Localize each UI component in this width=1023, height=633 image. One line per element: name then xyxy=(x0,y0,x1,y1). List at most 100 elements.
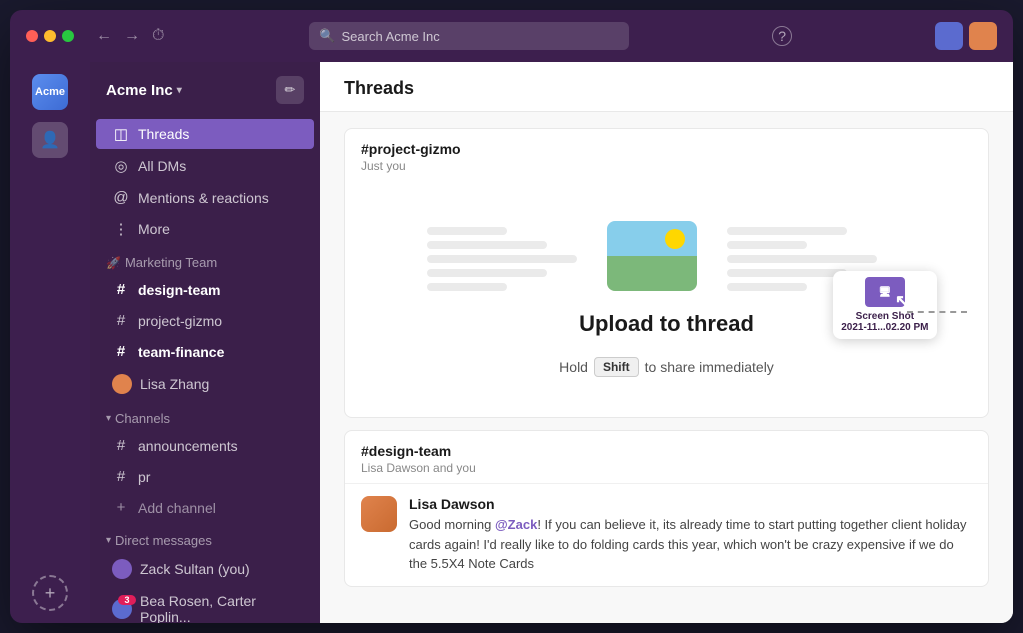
search-bar[interactable]: 🔍 Search Acme Inc xyxy=(309,22,629,50)
image-thumbnail xyxy=(607,221,697,291)
hash-icon-3: # xyxy=(112,343,130,360)
hash-icon-5: # xyxy=(112,468,130,485)
placeholder-line xyxy=(427,269,547,277)
dm-mention[interactable]: @Zack xyxy=(495,517,537,532)
placeholder-line xyxy=(727,283,807,291)
back-button[interactable]: ← xyxy=(94,25,114,47)
bea-carter-label: Bea Rosen, Carter Poplin... xyxy=(140,593,298,623)
marketing-team-label: Marketing Team xyxy=(125,255,217,270)
pr-label: pr xyxy=(138,469,150,485)
doc-placeholder-left xyxy=(427,227,577,291)
placeholder-line xyxy=(727,227,847,235)
nav-panel: Acme Inc ▾ ✏ ◫ Threads ◎ All DMs @ Menti… xyxy=(90,62,320,623)
traffic-lights xyxy=(26,30,74,42)
upload-hint-prefix: Hold xyxy=(559,359,588,375)
dm-message-text: Good morning @Zack! If you can believe i… xyxy=(409,515,972,574)
upload-illustration: 🖥 ↖ Screen Shot 2021-11...02.20 PM xyxy=(427,221,907,291)
announcements-label: announcements xyxy=(138,438,238,454)
screenshot-label-1: Screen Shot xyxy=(856,311,914,322)
sidebar-item-lisa-zhang[interactable]: Lisa Zhang xyxy=(96,368,314,400)
sidebar-item-mentions[interactable]: @ Mentions & reactions xyxy=(96,183,314,212)
marketing-team-header[interactable]: 🚀 Marketing Team xyxy=(90,245,320,274)
sidebar-item-project-gizmo[interactable]: # project-gizmo xyxy=(96,306,314,335)
zack-label: Zack Sultan (you) xyxy=(140,561,250,577)
sidebar-nav-icon[interactable]: 👤 xyxy=(32,122,68,158)
sidebar-item-threads[interactable]: ◫ Threads xyxy=(96,119,314,149)
shift-key-badge: Shift xyxy=(594,357,639,377)
placeholder-line xyxy=(427,227,507,235)
lisa-zhang-avatar xyxy=(112,374,132,394)
nav-person-icon: 👤 xyxy=(40,130,60,150)
dashed-connector xyxy=(907,311,967,313)
sidebar-item-pr[interactable]: # pr xyxy=(96,462,314,491)
mentions-label: Mentions & reactions xyxy=(138,190,269,206)
channels-section-header[interactable]: ▾ Channels xyxy=(90,401,320,430)
minimize-button[interactable] xyxy=(44,30,56,42)
sidebar-item-design-team[interactable]: # design-team xyxy=(96,275,314,304)
add-channel-button[interactable]: + Add channel xyxy=(96,493,314,522)
cursor-icon: ↖ xyxy=(895,291,910,312)
dm-section-label: Direct messages xyxy=(115,533,212,548)
app-window: ← → ⏱ 🔍 Search Acme Inc ? Acme 👤 + Acm xyxy=(10,10,1013,623)
thread-sub-2: Lisa Dawson and you xyxy=(361,461,972,475)
add-channel-label: Add channel xyxy=(138,500,216,516)
workspace-logo[interactable]: Acme xyxy=(32,74,68,110)
sidebar-item-bea-carter[interactable]: 3 Bea Rosen, Carter Poplin... xyxy=(96,587,314,623)
upload-hint: Hold Shift to share immediately xyxy=(559,357,774,377)
thread-channel-name-2[interactable]: #design-team xyxy=(361,443,972,459)
dm-text-before: Good morning xyxy=(409,517,495,532)
title-bar: ← → ⏱ 🔍 Search Acme Inc ? xyxy=(10,10,1013,62)
hash-icon-2: # xyxy=(112,312,130,329)
team-finance-label: team-finance xyxy=(138,344,224,360)
placeholder-line xyxy=(427,241,547,249)
add-workspace-button[interactable]: + xyxy=(32,575,68,611)
threads-icon: ◫ xyxy=(112,125,130,143)
bea-carter-avatar: 3 xyxy=(112,599,132,619)
content-header: Threads xyxy=(320,62,1013,112)
sidebar-item-announcements[interactable]: # announcements xyxy=(96,431,314,460)
edit-button[interactable]: ✏ xyxy=(276,76,304,104)
upload-area[interactable]: 🖥 ↖ Screen Shot 2021-11...02.20 PM Uploa… xyxy=(345,181,988,417)
content-area: Threads #project-gizmo Just you xyxy=(320,62,1013,623)
workspace-avatar[interactable] xyxy=(935,22,963,50)
channels-section-label: Channels xyxy=(115,411,170,426)
sidebar-item-all-dms[interactable]: ◎ All DMs xyxy=(96,151,314,181)
zack-avatar xyxy=(112,559,132,579)
content-body: #project-gizmo Just you xyxy=(320,112,1013,623)
thread-card-header-1: #project-gizmo Just you xyxy=(345,129,988,181)
design-team-label: design-team xyxy=(138,282,220,298)
sidebar-item-zack[interactable]: Zack Sultan (you) xyxy=(96,553,314,585)
user-avatar[interactable] xyxy=(969,22,997,50)
thread-channel-name-1[interactable]: #project-gizmo xyxy=(361,141,972,157)
dm-message: Lisa Dawson Good morning @Zack! If you c… xyxy=(345,484,988,586)
sidebar-item-more[interactable]: ⋮ More xyxy=(96,214,314,244)
hash-icon-1: # xyxy=(112,281,130,298)
forward-button[interactable]: → xyxy=(122,25,142,47)
channels-arrow-icon: ▾ xyxy=(106,413,111,424)
screenshot-tooltip: 🖥 ↖ Screen Shot 2021-11...02.20 PM xyxy=(833,271,936,339)
add-channel-icon: + xyxy=(112,499,130,516)
close-button[interactable] xyxy=(26,30,38,42)
project-gizmo-label: project-gizmo xyxy=(138,313,222,329)
maximize-button[interactable] xyxy=(62,30,74,42)
history-button[interactable]: ⏱ xyxy=(150,25,166,47)
screenshot-label-2: 2021-11...02.20 PM xyxy=(841,322,928,333)
help-button[interactable]: ? xyxy=(772,26,792,46)
sidebar: Acme 👤 + xyxy=(10,62,90,623)
placeholder-line xyxy=(727,269,847,277)
placeholder-line xyxy=(727,255,877,263)
placeholder-line xyxy=(427,255,577,263)
upload-title: Upload to thread xyxy=(579,311,754,337)
sidebar-item-team-finance[interactable]: # team-finance xyxy=(96,337,314,366)
workspace-chevron-icon: ▾ xyxy=(177,85,182,96)
all-dms-icon: ◎ xyxy=(112,157,130,175)
mentions-icon: @ xyxy=(112,189,130,206)
upload-hint-suffix: to share immediately xyxy=(645,359,774,375)
dm-section-header[interactable]: ▾ Direct messages xyxy=(90,523,320,552)
nav-buttons: ← → ⏱ xyxy=(94,25,166,47)
workspace-header[interactable]: Acme Inc ▾ ✏ xyxy=(90,62,320,118)
thread-sub-1: Just you xyxy=(361,159,972,173)
placeholder-line xyxy=(427,283,507,291)
dm-content: Lisa Dawson Good morning @Zack! If you c… xyxy=(409,496,972,574)
search-icon: 🔍 xyxy=(319,28,335,44)
